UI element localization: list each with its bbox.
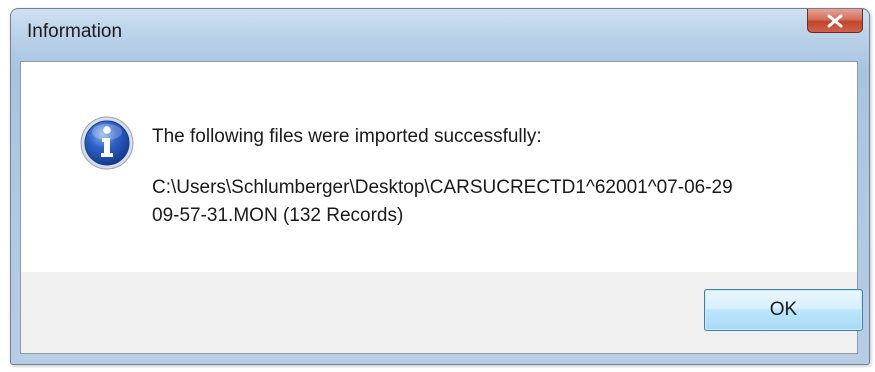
- message-heading: The following files were imported succes…: [152, 126, 542, 147]
- information-dialog-window: Information The following files were imp…: [10, 8, 870, 365]
- window-title: Information: [27, 21, 123, 42]
- ok-button[interactable]: OK: [704, 289, 863, 331]
- dialog-body: The following files were imported succes…: [20, 61, 863, 354]
- message-area: The following files were imported succes…: [21, 62, 857, 272]
- information-icon: [80, 116, 134, 170]
- file-path-line: C:\Users\Schlumberger\Desktop\CARSUCRECT…: [152, 177, 733, 198]
- close-button[interactable]: [807, 9, 863, 33]
- close-icon: [827, 14, 843, 27]
- file-details-line: 09-57-31.MON (132 Records): [152, 205, 404, 226]
